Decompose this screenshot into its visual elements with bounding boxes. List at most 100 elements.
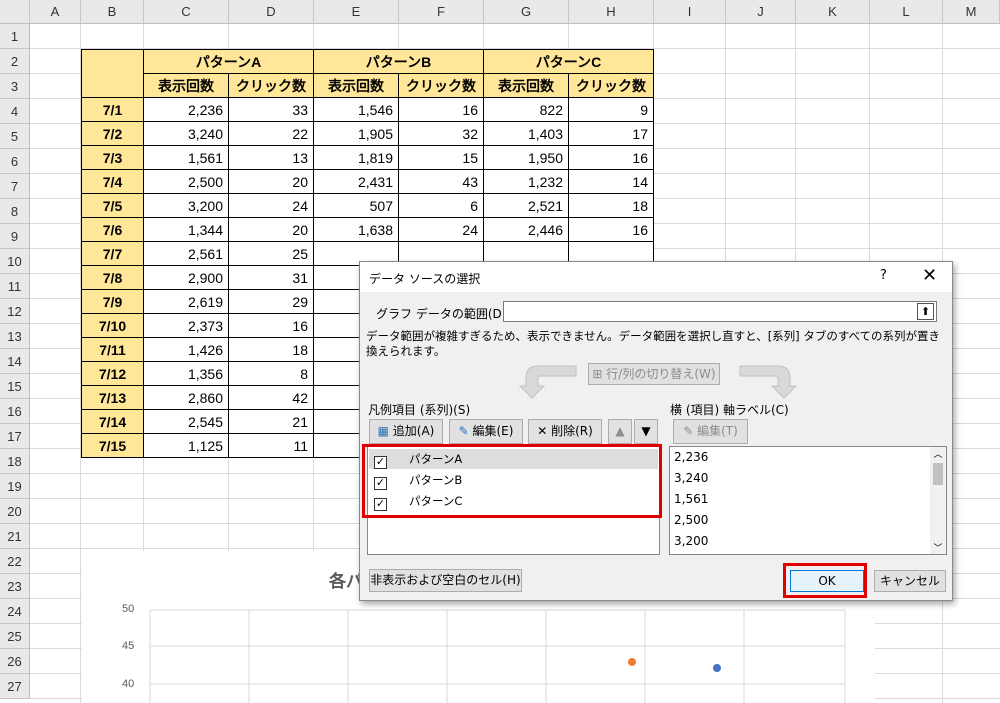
date-cell[interactable]: 7/6 [81, 217, 144, 242]
row-header[interactable]: 1 [0, 24, 30, 49]
row-header[interactable]: 19 [0, 474, 30, 499]
value-cell[interactable]: 3,240 [143, 121, 229, 146]
value-cell[interactable]: 20 [228, 169, 314, 194]
row-header[interactable]: 15 [0, 374, 30, 399]
date-cell[interactable]: 7/10 [81, 313, 144, 338]
close-button[interactable]: ✕ [922, 265, 937, 286]
date-cell[interactable]: 7/11 [81, 337, 144, 362]
value-cell[interactable]: 2,561 [143, 241, 229, 266]
value-cell[interactable]: 17 [568, 121, 654, 146]
value-cell[interactable]: 16 [398, 97, 484, 122]
column-header[interactable]: E [314, 0, 399, 24]
move-up-button[interactable]: ▲ [608, 419, 632, 444]
value-cell[interactable]: 43 [398, 169, 484, 194]
row-header[interactable]: 8 [0, 199, 30, 224]
value-cell[interactable]: 15 [398, 145, 484, 170]
add-series-button[interactable]: ▦ 追加(A) [369, 419, 443, 444]
value-cell[interactable]: 2,500 [143, 169, 229, 194]
date-cell[interactable]: 7/3 [81, 145, 144, 170]
edit-series-button[interactable]: ✎ 編集(E) [449, 419, 523, 444]
date-cell[interactable]: 7/4 [81, 169, 144, 194]
date-cell[interactable]: 7/14 [81, 409, 144, 434]
value-cell[interactable]: 1,403 [483, 121, 569, 146]
value-cell[interactable]: 18 [228, 337, 314, 362]
row-header[interactable]: 7 [0, 174, 30, 199]
sub-header[interactable]: クリック数 [398, 73, 484, 98]
row-header[interactable]: 20 [0, 499, 30, 524]
sub-header[interactable]: クリック数 [228, 73, 314, 98]
data-point-blue[interactable] [713, 664, 721, 672]
date-cell[interactable]: 7/8 [81, 265, 144, 290]
value-cell[interactable]: 11 [228, 433, 314, 458]
column-header[interactable]: F [399, 0, 484, 24]
group-header[interactable]: パターンB [313, 49, 484, 74]
value-cell[interactable]: 2,860 [143, 385, 229, 410]
date-cell[interactable]: 7/2 [81, 121, 144, 146]
row-header[interactable]: 23 [0, 574, 30, 599]
date-cell[interactable]: 7/13 [81, 385, 144, 410]
value-cell[interactable]: 2,446 [483, 217, 569, 242]
value-cell[interactable]: 3,200 [143, 193, 229, 218]
date-cell[interactable]: 7/12 [81, 361, 144, 386]
row-header[interactable]: 27 [0, 674, 30, 699]
date-cell[interactable]: 7/15 [81, 433, 144, 458]
date-cell[interactable]: 7/9 [81, 289, 144, 314]
group-header[interactable]: パターンA [143, 49, 314, 74]
column-header[interactable]: G [484, 0, 569, 24]
value-cell[interactable]: 1,950 [483, 145, 569, 170]
value-cell[interactable]: 9 [568, 97, 654, 122]
value-cell[interactable]: 25 [228, 241, 314, 266]
value-cell[interactable]: 1,426 [143, 337, 229, 362]
row-header[interactable]: 2 [0, 49, 30, 74]
row-header[interactable]: 22 [0, 549, 30, 574]
value-cell[interactable]: 2,619 [143, 289, 229, 314]
date-cell[interactable]: 7/7 [81, 241, 144, 266]
value-cell[interactable]: 2,373 [143, 313, 229, 338]
value-cell[interactable]: 16 [568, 217, 654, 242]
column-header[interactable]: L [870, 0, 943, 24]
column-header[interactable]: A [30, 0, 81, 24]
row-header[interactable]: 17 [0, 424, 30, 449]
hidden-empty-cells-button[interactable]: 非表示および空白のセル(H) [369, 569, 522, 592]
row-header[interactable]: 4 [0, 99, 30, 124]
column-header[interactable]: M [943, 0, 1000, 24]
value-cell[interactable]: 32 [398, 121, 484, 146]
axis-labels-list[interactable]: 2,236 3,240 1,561 2,500 3,200 ︿ ﹀ [669, 446, 947, 555]
row-header[interactable]: 18 [0, 449, 30, 474]
value-cell[interactable]: 24 [398, 217, 484, 242]
value-cell[interactable]: 8 [228, 361, 314, 386]
row-header[interactable]: 3 [0, 74, 30, 99]
row-header[interactable]: 21 [0, 524, 30, 549]
data-point-orange[interactable] [628, 658, 636, 666]
row-header[interactable]: 12 [0, 299, 30, 324]
value-cell[interactable]: 22 [228, 121, 314, 146]
value-cell[interactable]: 13 [228, 145, 314, 170]
row-header[interactable]: 10 [0, 249, 30, 274]
scroll-up-icon[interactable]: ︿ [930, 447, 946, 461]
value-cell[interactable]: 31 [228, 265, 314, 290]
scrollbar[interactable]: ︿ ﹀ [930, 447, 946, 554]
value-cell[interactable]: 1,125 [143, 433, 229, 458]
value-cell[interactable]: 16 [228, 313, 314, 338]
collapse-dialog-icon[interactable]: ⬆ [917, 303, 934, 320]
value-cell[interactable]: 507 [313, 193, 399, 218]
row-header[interactable]: 25 [0, 624, 30, 649]
value-cell[interactable]: 2,900 [143, 265, 229, 290]
axis-edit-button[interactable]: ✎ 編集(T) [673, 419, 748, 444]
value-cell[interactable]: 33 [228, 97, 314, 122]
row-header[interactable]: 14 [0, 349, 30, 374]
value-cell[interactable]: 21 [228, 409, 314, 434]
sub-header[interactable]: 表示回数 [313, 73, 399, 98]
column-header[interactable]: B [81, 0, 144, 24]
value-cell[interactable]: 2,431 [313, 169, 399, 194]
value-cell[interactable]: 1,561 [143, 145, 229, 170]
value-cell[interactable]: 24 [228, 193, 314, 218]
value-cell[interactable]: 20 [228, 217, 314, 242]
row-header[interactable]: 9 [0, 224, 30, 249]
sub-header[interactable]: 表示回数 [143, 73, 229, 98]
value-cell[interactable]: 1,638 [313, 217, 399, 242]
row-header[interactable]: 26 [0, 649, 30, 674]
value-cell[interactable]: 822 [483, 97, 569, 122]
row-header[interactable]: 13 [0, 324, 30, 349]
value-cell[interactable]: 1,344 [143, 217, 229, 242]
